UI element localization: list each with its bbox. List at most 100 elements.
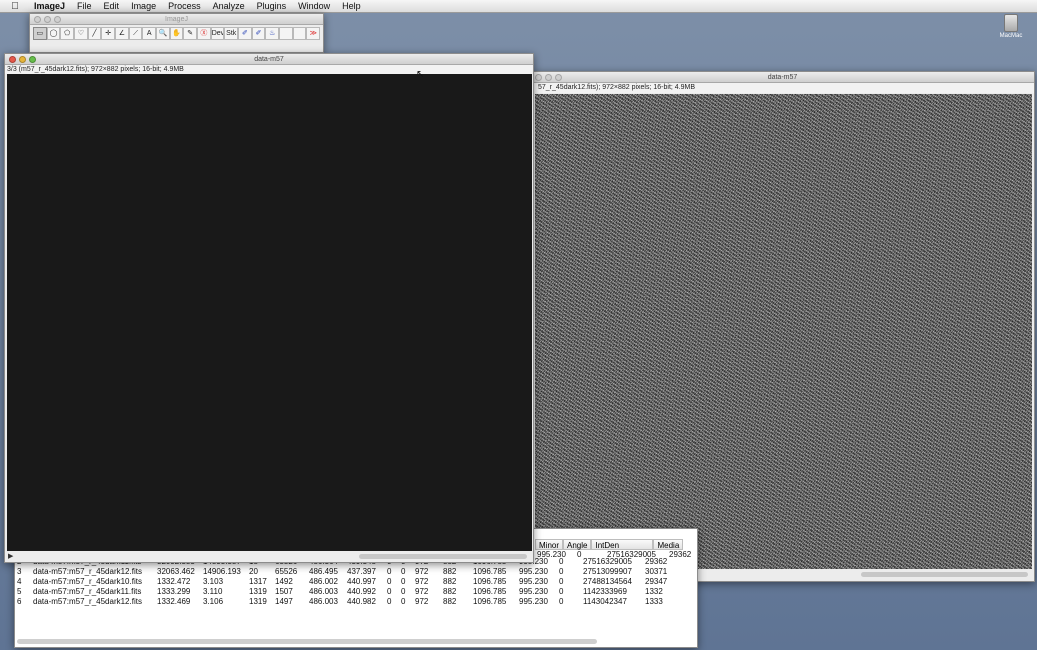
table-cell: 486.003 <box>309 597 338 606</box>
stack-slider[interactable] <box>359 554 527 559</box>
menu-analyze[interactable]: Analyze <box>207 0 251 13</box>
table-cell: 882 <box>443 567 457 576</box>
text-tool-icon[interactable]: A <box>142 27 157 40</box>
stop-icon[interactable]: Ⓧ <box>197 27 211 40</box>
zoom-icon[interactable] <box>555 74 562 81</box>
menu-imagej[interactable]: ImageJ <box>28 0 71 13</box>
table-cell: 882 <box>443 597 457 606</box>
mouse-cursor-icon: ↖ <box>416 69 425 80</box>
menu-plugins[interactable]: Plugins <box>251 0 293 13</box>
col-header-angle[interactable]: Angle <box>563 539 592 550</box>
table-cell: 6 <box>17 597 22 606</box>
table-cell: 27488134564 <box>583 577 632 586</box>
table-cell: data-m57:m57_r_45dark11.fits <box>33 587 142 596</box>
table-cell: 1332.469 <box>157 597 191 606</box>
table-row[interactable]: 6 data-m57:m57_r_45dark12.fits 1332.469 3.1… <box>15 597 673 607</box>
zoom-icon[interactable] <box>54 16 61 23</box>
minimize-icon[interactable] <box>545 74 552 81</box>
blank-slot-2[interactable] <box>292 27 307 40</box>
table-row[interactable]: 5 data-m57:m57_r_45dark11.fits 1333.299 3.1… <box>15 587 673 597</box>
flood-fill-icon[interactable]: ♨ <box>265 27 280 40</box>
point-tool-icon[interactable]: ✛ <box>101 27 116 40</box>
image-canvas[interactable] <box>7 74 532 551</box>
blank-slot-1[interactable] <box>279 27 293 40</box>
wand-tool-icon[interactable]: ⟋ <box>128 27 143 40</box>
pencil-tool-icon[interactable]: ✐ <box>238 27 252 40</box>
imagej-toolbar-window[interactable]: ImageJ ▭ ◯ ⬠ ♡ ╱ ✛ ∠ ⟋ A 🔍 ✋ ✎ Ⓧ Dev Stk ✐ ✐ ♨ ≫ <box>29 13 324 53</box>
table-cell: 65526 <box>275 567 298 576</box>
table-cell: 437.397 <box>347 567 376 576</box>
table-cell: 1096.785 <box>473 597 507 606</box>
table-cell: 995.230 <box>519 577 548 586</box>
more-tools-icon[interactable]: ≫ <box>306 27 321 40</box>
table-cell: 0 <box>401 567 406 576</box>
zoom-tool-icon[interactable]: 🔍 <box>156 27 170 40</box>
close-icon[interactable] <box>34 16 41 23</box>
table-cell: 1332 <box>645 587 663 596</box>
table-cell: 486.003 <box>309 587 338 596</box>
menu-edit[interactable]: Edit <box>98 0 126 13</box>
close-icon[interactable] <box>9 56 16 63</box>
col-header-minor[interactable]: Minor <box>535 539 564 550</box>
table-cell: 1319 <box>249 597 267 606</box>
color-picker-icon[interactable]: ✎ <box>183 27 198 40</box>
close-icon[interactable] <box>535 74 542 81</box>
table-cell: 995.230 <box>519 587 548 596</box>
oval-tool-icon[interactable]: ◯ <box>46 27 61 40</box>
menu-process[interactable]: Process <box>162 0 207 13</box>
play-icon[interactable]: ▶ <box>8 552 13 560</box>
image-window-back[interactable]: data-m57 57_r_45dark12.fits); 972×882 pi… <box>530 71 1035 582</box>
angle-tool-icon[interactable]: ∠ <box>115 27 129 40</box>
table-cell: 1317 <box>249 577 267 586</box>
hand-tool-icon[interactable]: ✋ <box>169 27 184 40</box>
table-cell: 882 <box>443 577 457 586</box>
table-cell: 972 <box>415 567 429 576</box>
window-titlebar[interactable]: ImageJ <box>30 14 323 25</box>
image-canvas[interactable] <box>535 94 1032 569</box>
line-tool-icon[interactable]: ╱ <box>87 27 102 40</box>
horizontal-scrollbar[interactable] <box>17 639 597 644</box>
table-cell: 440.997 <box>347 577 376 586</box>
window-title: ImageJ <box>165 16 188 23</box>
polygon-tool-icon[interactable]: ⬠ <box>60 27 75 40</box>
table-cell: 0 <box>559 567 564 576</box>
stk-tool-icon[interactable]: Stk <box>224 27 239 40</box>
table-cell: 14906.193 <box>203 567 241 576</box>
table-cell: 5 <box>17 587 22 596</box>
col-header-median[interactable]: Media <box>653 539 684 550</box>
menu-file[interactable]: File <box>71 0 98 13</box>
rectangle-tool-icon[interactable]: ▭ <box>33 27 47 40</box>
dev-tool-icon[interactable]: Dev <box>210 27 225 40</box>
table-cell: 1507 <box>275 587 293 596</box>
table-cell: 0 <box>387 577 392 586</box>
table-cell: 0 <box>559 597 564 606</box>
table-cell: 0 <box>401 577 406 586</box>
window-titlebar[interactable]: data-m57 <box>5 54 533 65</box>
minimize-icon[interactable] <box>44 16 51 23</box>
table-cell: 486.002 <box>309 577 338 586</box>
window-titlebar[interactable]: data-m57 <box>531 72 1034 83</box>
table-cell: 0 <box>577 550 582 559</box>
window-title: data-m57 <box>254 56 284 63</box>
minimize-icon[interactable] <box>19 56 26 63</box>
desktop-drive[interactable]: MacMac <box>997 14 1025 39</box>
table-cell: 1333 <box>645 597 663 606</box>
apple-menu-icon[interactable]:  <box>8 0 22 13</box>
menu-image[interactable]: Image <box>125 0 162 13</box>
tool-strip: ▭ ◯ ⬠ ♡ ╱ ✛ ∠ ⟋ A 🔍 ✋ ✎ Ⓧ Dev Stk ✐ ✐ ♨ ≫ <box>30 25 323 40</box>
horizontal-scrollbar[interactable] <box>861 572 1028 577</box>
menu-bar:  ImageJ File Edit Image Process Analyze… <box>0 0 1037 13</box>
image-info: 3/3 (m57_r_45dark12.fits); 972×882 pixel… <box>5 65 533 74</box>
menu-window[interactable]: Window <box>292 0 336 13</box>
zoom-icon[interactable] <box>29 56 36 63</box>
table-row[interactable]: 3 data-m57:m57_r_45dark12.fits 32063.462 14… <box>15 567 673 577</box>
brush-tool-icon[interactable]: ✐ <box>251 27 266 40</box>
table-cell: 29347 <box>645 577 668 586</box>
table-row[interactable]: 4 data-m57:m57_r_45dark10.fits 1332.472 3.1… <box>15 577 673 587</box>
menu-help[interactable]: Help <box>336 0 367 13</box>
image-window-front[interactable]: data-m57 3/3 (m57_r_45dark12.fits); 972×… <box>4 53 534 563</box>
col-header-intden[interactable]: IntDen <box>591 539 654 550</box>
table-cell: data-m57:m57_r_45dark12.fits <box>33 597 142 606</box>
freehand-tool-icon[interactable]: ♡ <box>74 27 88 40</box>
table-cell: 32063.462 <box>157 567 195 576</box>
